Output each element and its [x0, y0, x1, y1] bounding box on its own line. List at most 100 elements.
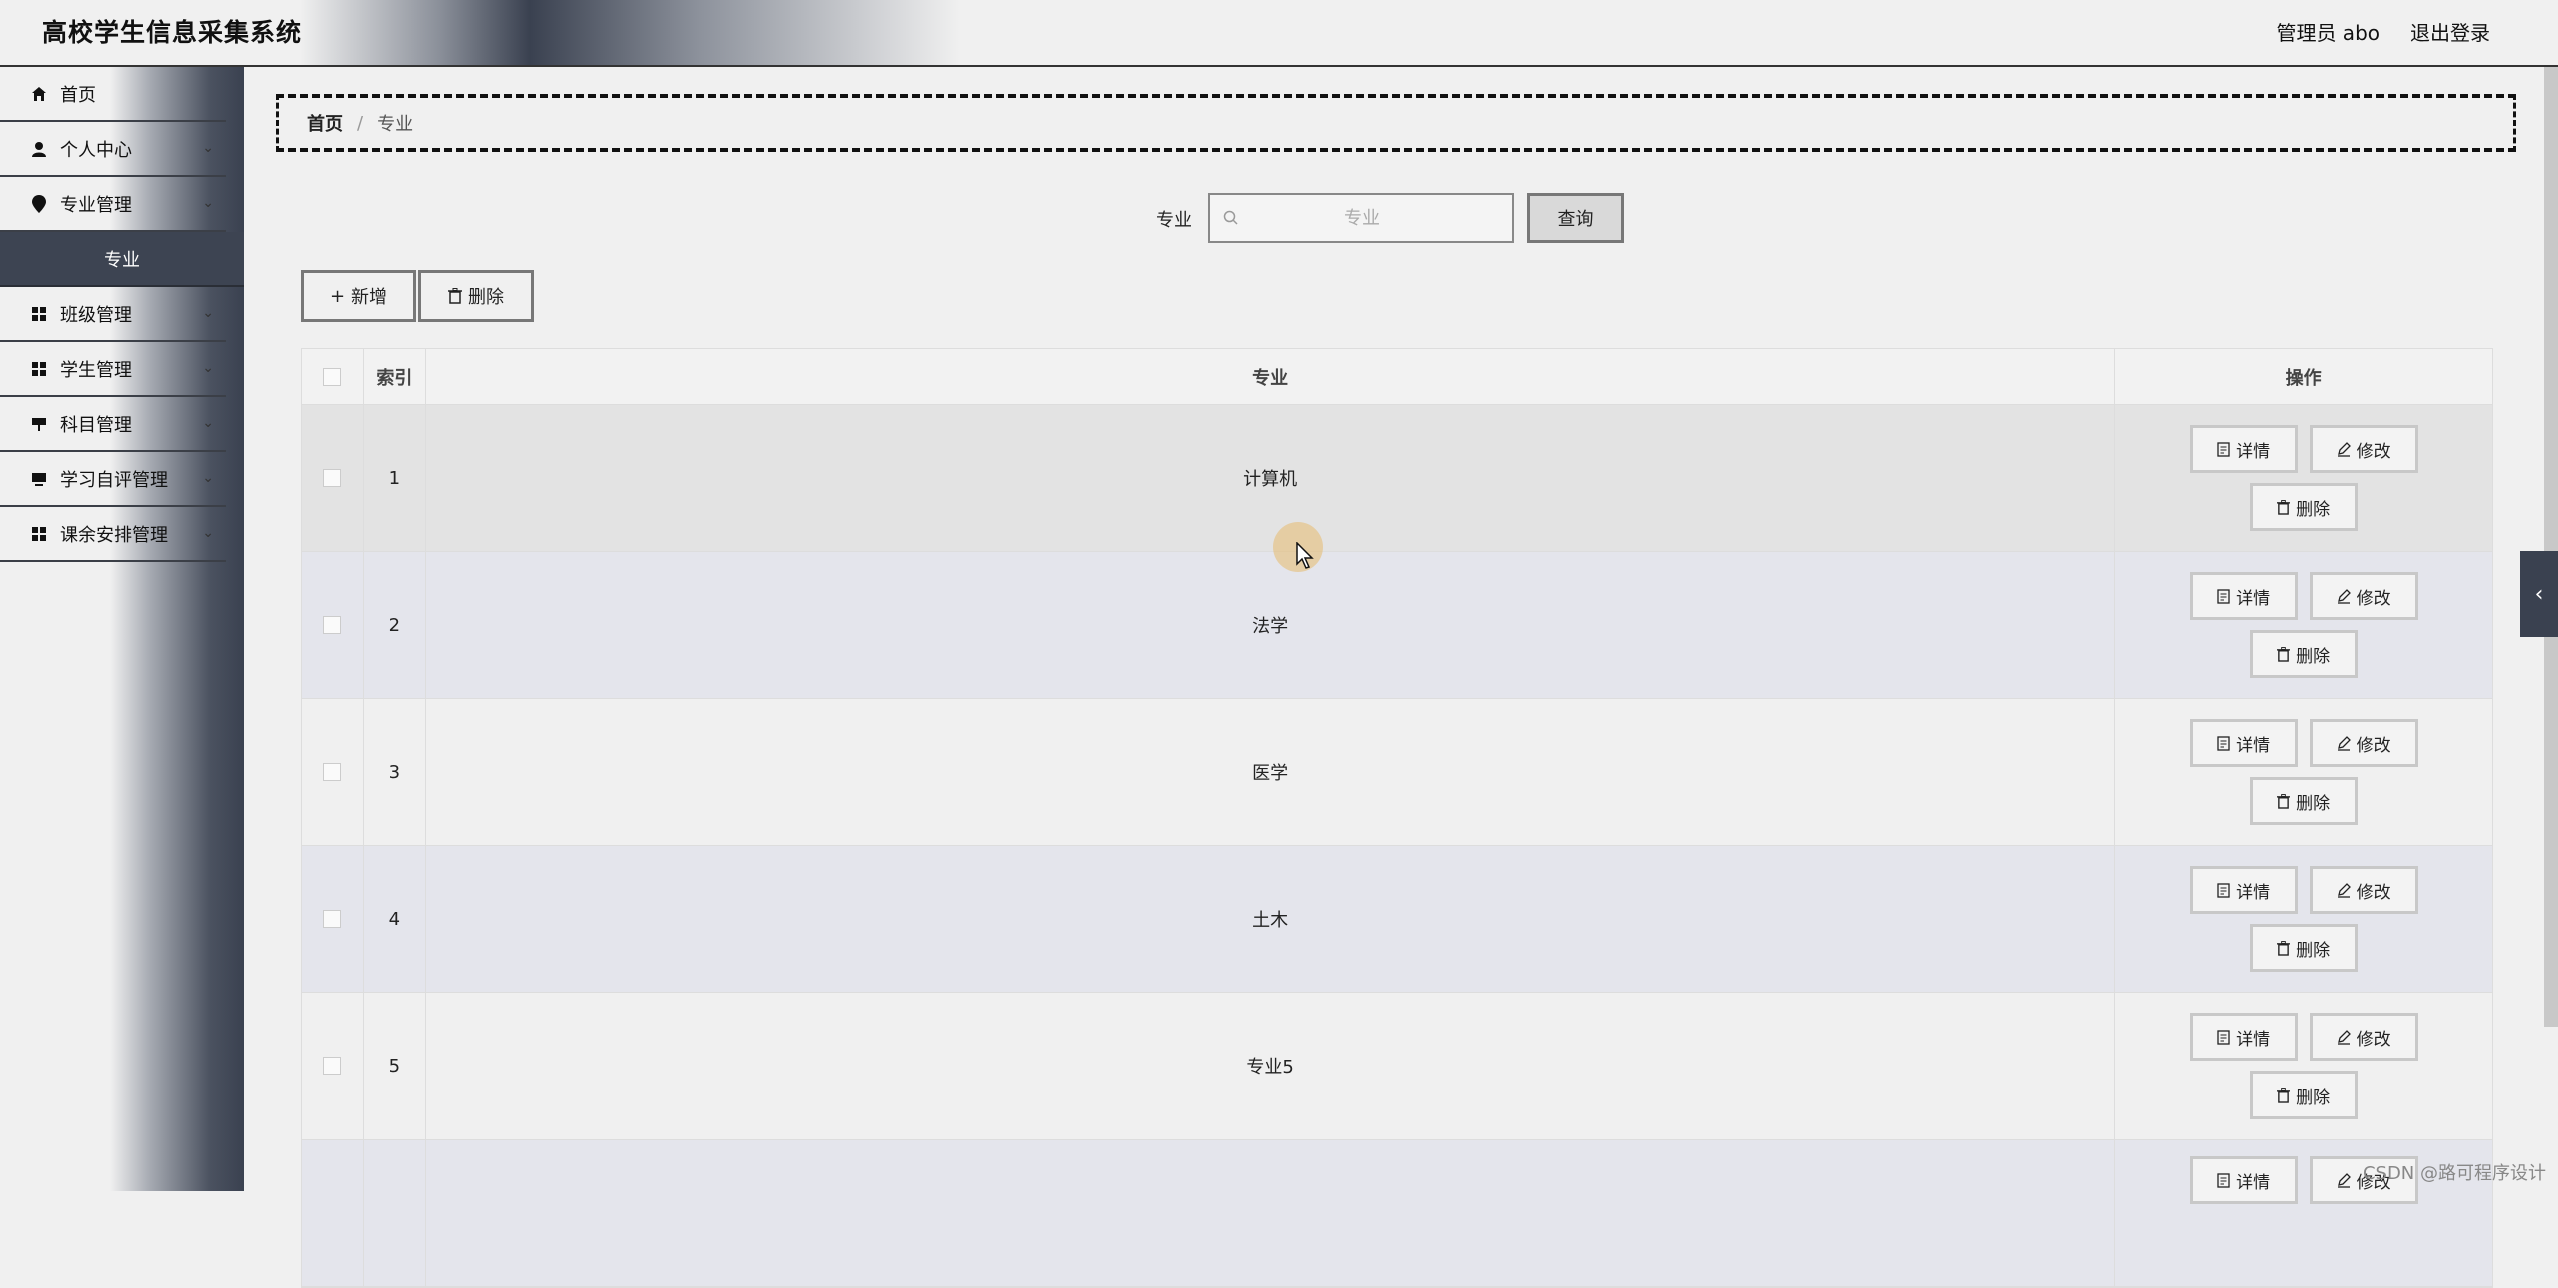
sidebar-item-personal-center[interactable]: 个人中心 ⌄: [0, 122, 226, 177]
row-major: 专业5: [426, 993, 2116, 1139]
edit-button[interactable]: 修改: [2309, 866, 2418, 914]
trash-icon: [2277, 646, 2291, 662]
edit-icon: [2337, 735, 2351, 751]
table-row[interactable]: 4 土木 详情 修改删除: [302, 846, 2492, 993]
logout-button[interactable]: 退出登录: [2410, 17, 2490, 46]
delete-label: 删除: [2296, 499, 2331, 520]
select-all-checkbox[interactable]: [323, 367, 342, 386]
sidebar-item-home[interactable]: 首页: [0, 67, 226, 122]
panel-toggle-chevron-left-icon[interactable]: ‹: [2520, 551, 2558, 637]
table-row[interactable]: 1 计算机 详情 修改 删除: [302, 405, 2492, 552]
detail-button[interactable]: 详情: [2189, 425, 2298, 473]
search-field[interactable]: [1208, 193, 1514, 243]
table-row[interactable]: 5 专业5 详情 修改删除: [302, 993, 2492, 1140]
edit-label: 修改: [2356, 882, 2391, 903]
pin-icon: [30, 194, 48, 213]
add-button[interactable]: + 新增: [301, 270, 416, 322]
query-button[interactable]: 查询: [1527, 193, 1624, 243]
row-major: 法学: [426, 552, 2116, 698]
delete-button[interactable]: 删除: [2249, 924, 2358, 972]
edit-button[interactable]: 修改: [2309, 572, 2418, 620]
major-table: 索引 专业 操作 1 计算机 详情 修改 删除 2 法学 详情 修改 删除 3 医学 详情 修改 删除 4 土木…: [301, 348, 2493, 1288]
trash-icon: [2277, 940, 2291, 956]
batch-delete-button[interactable]: 删除: [418, 270, 534, 322]
edit-label: 修改: [2356, 735, 2391, 756]
trash-icon: [2277, 1087, 2291, 1103]
sidebar-item-label: 学习自评管理: [60, 469, 168, 491]
delete-button[interactable]: 删除: [2249, 483, 2358, 531]
edit-icon: [2337, 882, 2351, 898]
detail-button[interactable]: 详情: [2189, 1013, 2298, 1061]
sidebar-item-label: 专业管理: [60, 194, 132, 216]
grid-icon: [30, 306, 48, 322]
home-icon: [30, 86, 48, 102]
detail-button[interactable]: 详情: [2189, 866, 2298, 914]
trash-icon: [448, 288, 462, 304]
grid-icon: [30, 361, 48, 377]
detail-label: 详情: [2236, 441, 2271, 462]
sidebar-item-extracurricular[interactable]: 课余安排管理 ⌄: [0, 507, 226, 562]
document-icon: [2217, 441, 2230, 457]
delete-button-label: 删除: [468, 287, 504, 308]
detail-button[interactable]: 详情: [2189, 1156, 2298, 1204]
row-checkbox[interactable]: [323, 910, 342, 928]
sidebar-item-major-management[interactable]: 专业管理 ⌄: [0, 177, 226, 232]
row-index: 4: [364, 846, 426, 992]
detail-label: 详情: [2236, 735, 2271, 756]
chevron-down-icon: ⌄: [202, 140, 214, 156]
header-major: 专业: [426, 349, 2116, 404]
edit-button[interactable]: 修改: [2309, 1013, 2418, 1061]
row-checkbox[interactable]: [323, 616, 342, 634]
edit-label: 修改: [2356, 441, 2391, 462]
table-row[interactable]: 3 医学 详情 修改删除: [302, 699, 2492, 846]
table-row[interactable]: 2 法学 详情 修改删除: [302, 552, 2492, 699]
row-checkbox[interactable]: [323, 1057, 342, 1075]
delete-button[interactable]: 删除: [2249, 630, 2358, 678]
breadcrumb-separator: /: [357, 112, 364, 134]
monitor-icon: [30, 471, 48, 487]
delete-label: 删除: [2296, 793, 2331, 814]
sidebar-item-self-evaluation[interactable]: 学习自评管理 ⌄: [0, 452, 226, 507]
header-ops: 操作: [2285, 367, 2322, 389]
row-index: 5: [364, 993, 426, 1139]
edit-icon: [2337, 1029, 2351, 1045]
row-checkbox[interactable]: [323, 469, 342, 487]
detail-button[interactable]: 详情: [2189, 572, 2298, 620]
board-icon: [30, 416, 48, 432]
current-user[interactable]: 管理员 abo: [2276, 17, 2380, 46]
row-checkbox[interactable]: [323, 763, 342, 781]
delete-label: 删除: [2296, 1087, 2331, 1108]
mouse-cursor-icon: [1296, 542, 1314, 569]
sidebar-item-subject-management[interactable]: 科目管理 ⌄: [0, 397, 226, 452]
row-actions: 详情 修改删除: [2115, 846, 2492, 992]
breadcrumb-current: 专业: [377, 114, 414, 135]
row-index: 2: [364, 552, 426, 698]
table-row[interactable]: 详情 修改: [302, 1140, 2492, 1287]
row-index: 3: [364, 699, 426, 845]
search-icon: [1223, 210, 1238, 225]
scrollbar[interactable]: [2544, 67, 2558, 1027]
sidebar-subitem-major[interactable]: 专业: [0, 232, 244, 287]
breadcrumb-home[interactable]: 首页: [307, 110, 343, 136]
watermark: CSDN @路可程序设计: [2362, 1163, 2546, 1184]
sidebar-item-class-management[interactable]: 班级管理 ⌄: [0, 287, 226, 342]
plus-icon: +: [329, 285, 346, 307]
row-major: 医学: [426, 699, 2116, 845]
search-label: 专业: [1156, 210, 1192, 231]
row-major: 土木: [426, 846, 2116, 992]
top-header: 高校学生信息采集系统 管理员 abo 退出登录: [0, 0, 2558, 67]
delete-button[interactable]: 删除: [2249, 777, 2358, 825]
add-button-label: 新增: [351, 287, 388, 308]
detail-button[interactable]: 详情: [2189, 719, 2298, 767]
edit-button[interactable]: 修改: [2309, 425, 2418, 473]
breadcrumb: 首页 / 专业: [276, 94, 2516, 152]
document-icon: [2217, 882, 2230, 898]
delete-label: 删除: [2296, 646, 2331, 667]
search-input[interactable]: [1240, 206, 1484, 230]
sidebar-item-student-management[interactable]: 学生管理 ⌄: [0, 342, 226, 397]
edit-label: 修改: [2356, 588, 2391, 609]
edit-label: 修改: [2356, 1029, 2391, 1050]
document-icon: [2217, 588, 2230, 604]
edit-button[interactable]: 修改: [2309, 719, 2418, 767]
delete-button[interactable]: 删除: [2249, 1071, 2358, 1119]
